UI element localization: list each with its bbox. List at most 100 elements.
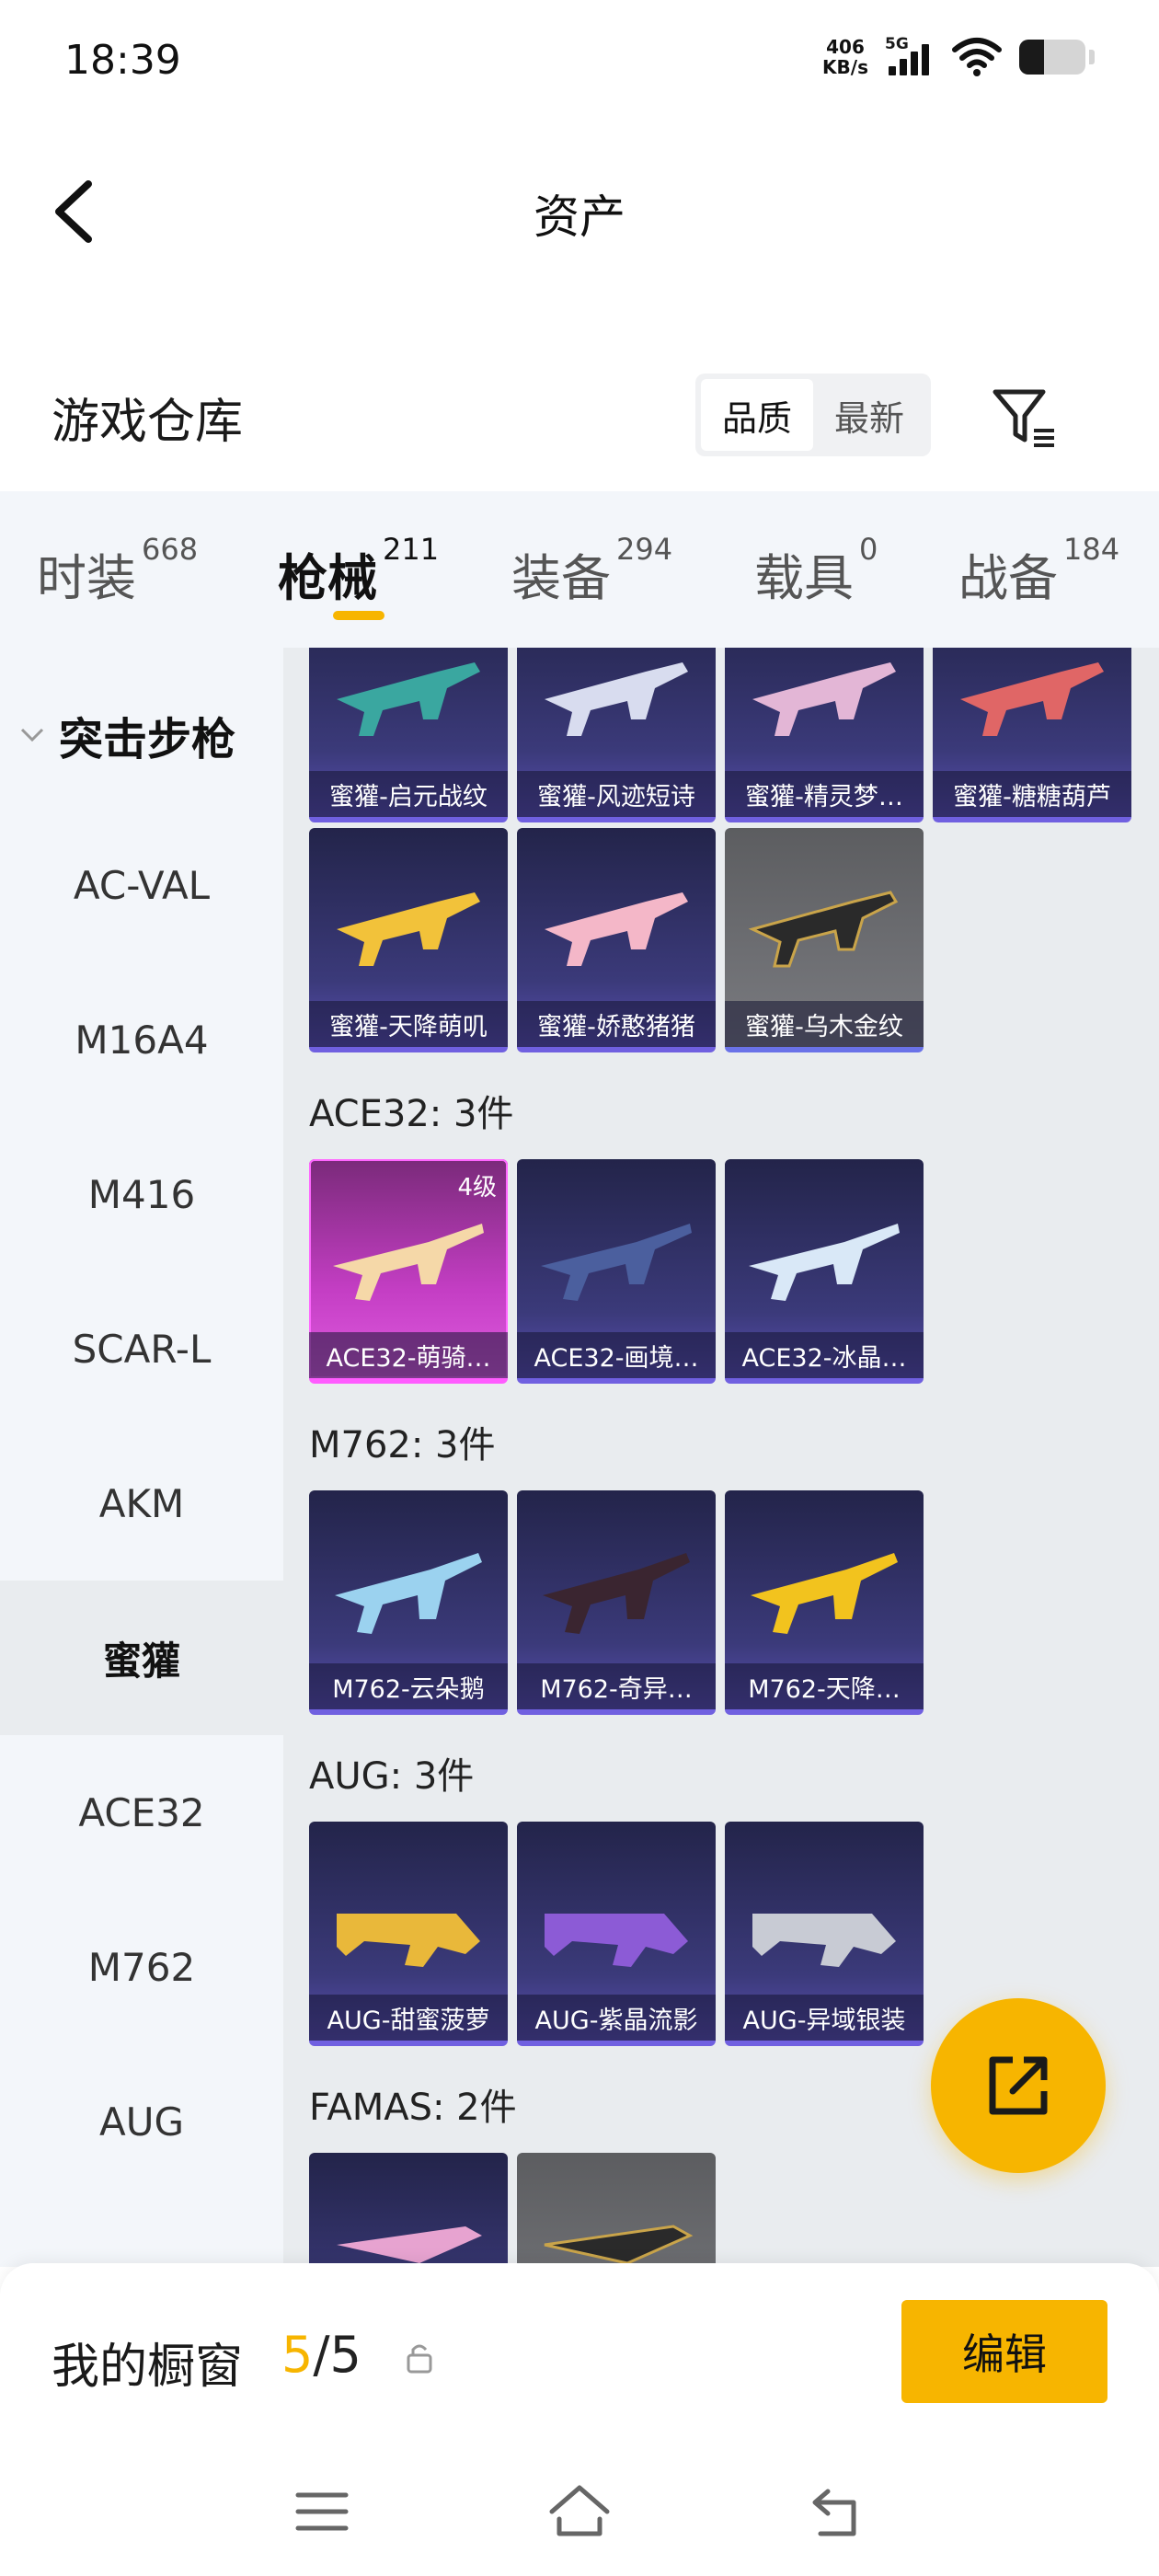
gun-skin-image <box>337 1914 480 1967</box>
sidebar-item-ac-val[interactable]: AC-VAL <box>0 808 283 962</box>
menu-icon[interactable] <box>285 2475 359 2548</box>
skin-name: 蜜獾-糖糖葫芦 <box>933 771 1131 817</box>
category-tabs: 时装 668 枪械 211 装备 294 载具 0 战备 184 <box>0 491 1159 648</box>
active-tab-indicator <box>333 611 384 620</box>
gun-skin-image <box>333 1224 484 1301</box>
skin-name: 蜜獾-启元战纹 <box>309 771 508 817</box>
skin-card[interactable]: ACE32-画境… <box>517 1159 716 1384</box>
gun-skin-image <box>337 662 480 736</box>
tab-vehicles[interactable]: 载具 0 <box>754 532 878 610</box>
gun-skin-image <box>751 1553 898 1634</box>
skin-name: M762-云朵鹅 <box>309 1663 508 1709</box>
gun-skin-image <box>541 1224 692 1301</box>
gun-skin-image <box>545 892 688 966</box>
skin-card[interactable]: M762-云朵鹅 <box>309 1490 508 1715</box>
gun-skin-image <box>544 2225 694 2265</box>
showcase-current: 5 <box>281 2326 314 2384</box>
sort-option-latest[interactable]: 最新 <box>813 379 925 451</box>
gun-skin-image <box>543 1553 690 1634</box>
skin-name: AUG-异域银装 <box>725 1995 924 2041</box>
network-speed: 406 KB/s <box>822 37 868 77</box>
skin-name: M762-天降… <box>725 1663 924 1709</box>
back-nav-icon[interactable] <box>800 2475 874 2548</box>
gun-skin-image <box>752 1914 896 1967</box>
skin-name: 蜜獾-风迹短诗 <box>517 771 716 817</box>
skin-card[interactable]: AUG-甜蜜菠萝 <box>309 1822 508 2046</box>
status-time: 18:39 <box>64 37 181 84</box>
section-title-famas: FAMAS: 2件 <box>309 2087 517 2129</box>
tab-equipment[interactable]: 装备 294 <box>511 532 672 610</box>
skin-name: 蜜獾-精灵梦… <box>725 771 924 817</box>
skin-card[interactable]: 蜜獾-糖糖葫芦 <box>933 648 1131 822</box>
sidebar-item-ace32[interactable]: ACE32 <box>0 1735 283 1890</box>
chevron-down-icon <box>20 728 44 742</box>
skin-card[interactable]: 4级 ACE32-萌骑… <box>309 1159 508 1384</box>
showcase-count: 5/5 <box>281 2326 361 2384</box>
sidebar-category-label: 突击步枪 <box>59 714 236 765</box>
gun-skin-image <box>960 662 1104 736</box>
skin-name: AUG-紫晶流影 <box>517 1995 716 2041</box>
sidebar-item-akm[interactable]: AKM <box>0 1426 283 1581</box>
skin-card[interactable]: 蜜獾-风迹短诗 <box>517 648 716 822</box>
gun-skin-image <box>545 1914 688 1967</box>
skin-card[interactable]: AUG-异域银装 <box>725 1822 924 2046</box>
page-title: 资产 <box>534 190 625 244</box>
share-export-icon <box>989 2056 1048 2115</box>
skin-card[interactable] <box>517 2153 716 2267</box>
lock-icon <box>407 2344 432 2374</box>
network-speed-unit: KB/s <box>822 56 868 78</box>
sort-option-quality[interactable]: 品质 <box>701 379 813 451</box>
weapon-sidebar: 突击步枪 AC-VAL M16A4 M416 SCAR-L AKM 蜜獾 ACE… <box>0 648 283 2267</box>
skin-name: M762-奇异… <box>517 1663 716 1709</box>
share-button[interactable] <box>931 1998 1106 2173</box>
gun-skin-image <box>748 891 899 968</box>
gun-skin-image <box>752 662 896 736</box>
skin-name: 蜜獾-天降萌叽 <box>309 1001 508 1047</box>
status-icons: 406 KB/s 5G <box>822 35 1095 77</box>
tab-firearms[interactable]: 枪械 211 <box>278 532 439 610</box>
system-nav-bar <box>0 2447 1159 2576</box>
skin-card[interactable]: ACE32-冰晶… <box>725 1159 924 1384</box>
sidebar-item-m762[interactable]: M762 <box>0 1890 283 2044</box>
sidebar-item-aug[interactable]: AUG <box>0 2044 283 2199</box>
skin-card[interactable]: M762-天降… <box>725 1490 924 1715</box>
showcase-label: 我的橱窗 <box>52 2340 244 2395</box>
app-header: 资产 <box>0 147 1159 276</box>
status-bar: 18:39 406 KB/s 5G <box>0 0 1159 129</box>
warehouse-title: 游戏仓库 <box>52 395 244 450</box>
battery-tip <box>1089 50 1095 64</box>
skin-card[interactable]: 蜜獾-乌木金纹 <box>725 828 924 1052</box>
sidebar-item-m16a4[interactable]: M16A4 <box>0 962 283 1117</box>
sidebar-item-m416[interactable]: M416 <box>0 1117 283 1271</box>
skin-name: ACE32-冰晶… <box>725 1332 924 1378</box>
skin-card[interactable]: AUG-紫晶流影 <box>517 1822 716 2046</box>
sidebar-item-honey-badger[interactable]: 蜜獾 <box>0 1581 283 1735</box>
gun-skin-image <box>337 2226 482 2263</box>
filter-icon[interactable] <box>988 383 1061 456</box>
warehouse-header: 游戏仓库 品质 最新 <box>0 359 1159 469</box>
sidebar-item-scar-l[interactable]: SCAR-L <box>0 1271 283 1426</box>
edit-button[interactable]: 编辑 <box>901 2300 1107 2403</box>
sidebar-category[interactable]: 突击步枪 <box>18 703 235 767</box>
skin-name: ACE32-画境… <box>517 1332 716 1378</box>
showcase-total: /5 <box>313 2326 361 2384</box>
gun-skin-image <box>749 1224 900 1301</box>
section-title-aug: AUG: 3件 <box>309 1755 475 1798</box>
home-icon[interactable] <box>543 2475 616 2548</box>
skin-name: 蜜獾-娇憨猪猪 <box>517 1001 716 1047</box>
cellular-signal-icon: 5G <box>885 35 935 77</box>
skin-card[interactable]: M762-奇异… <box>517 1490 716 1715</box>
network-speed-value: 406 <box>826 36 865 58</box>
skin-card[interactable] <box>309 2153 508 2267</box>
skin-card[interactable]: 蜜獾-娇憨猪猪 <box>517 828 716 1052</box>
skin-name: AUG-甜蜜菠萝 <box>309 1995 508 2041</box>
skin-name: 蜜獾-乌木金纹 <box>725 1001 924 1047</box>
skin-card[interactable]: 蜜獾-启元战纹 <box>309 648 508 822</box>
skin-name: ACE32-萌骑… <box>309 1332 508 1378</box>
tab-fashion[interactable]: 时装 668 <box>37 532 198 610</box>
network-type-label: 5G <box>885 35 909 53</box>
skin-card[interactable]: 蜜獾-精灵梦… <box>725 648 924 822</box>
skin-card[interactable]: 蜜獾-天降萌叽 <box>309 828 508 1052</box>
tab-supplies[interactable]: 战备 184 <box>958 532 1119 610</box>
section-title-ace32: ACE32: 3件 <box>309 1093 514 1135</box>
